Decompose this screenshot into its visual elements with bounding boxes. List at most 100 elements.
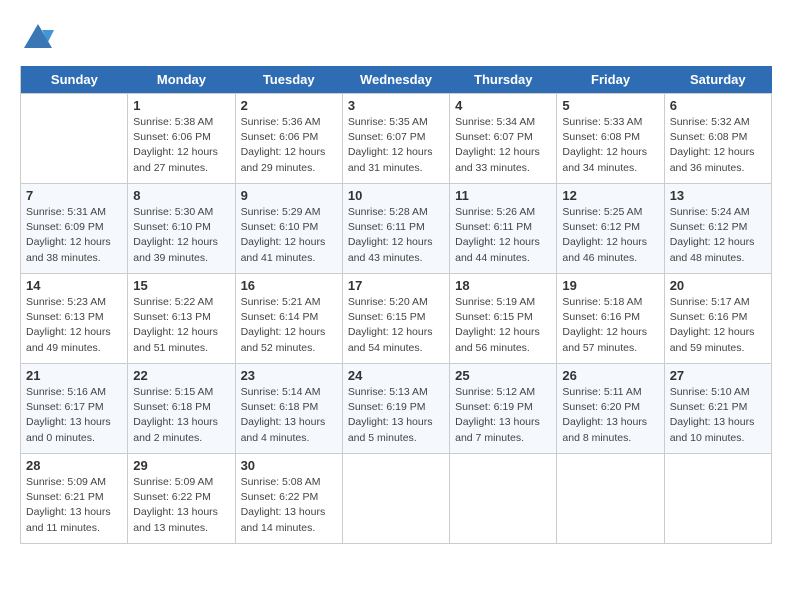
day-info: Sunrise: 5:32 AM Sunset: 6:08 PM Dayligh… [670, 115, 766, 176]
col-header-monday: Monday [128, 66, 235, 94]
day-number: 7 [26, 188, 122, 203]
day-info: Sunrise: 5:36 AM Sunset: 6:06 PM Dayligh… [241, 115, 337, 176]
day-number: 16 [241, 278, 337, 293]
day-number: 11 [455, 188, 551, 203]
calendar-cell: 29 Sunrise: 5:09 AM Sunset: 6:22 PM Dayli… [128, 454, 235, 544]
day-info: Sunrise: 5:29 AM Sunset: 6:10 PM Dayligh… [241, 205, 337, 266]
day-info: Sunrise: 5:09 AM Sunset: 6:22 PM Dayligh… [133, 475, 229, 536]
calendar-cell: 14 Sunrise: 5:23 AM Sunset: 6:13 PM Dayli… [21, 274, 128, 364]
page-header [20, 20, 772, 56]
col-header-friday: Friday [557, 66, 664, 94]
calendar-cell: 27 Sunrise: 5:10 AM Sunset: 6:21 PM Dayli… [664, 364, 771, 454]
col-header-wednesday: Wednesday [342, 66, 449, 94]
calendar-table: SundayMondayTuesdayWednesdayThursdayFrid… [20, 66, 772, 544]
calendar-cell: 24Sunrise: 5:13 AM Sunset: 6:19 PM Dayli… [342, 364, 449, 454]
day-number: 21 [26, 368, 122, 383]
calendar-cell: 10 Sunrise: 5:28 AM Sunset: 6:11 PM Dayli… [342, 184, 449, 274]
day-number: 29 [133, 458, 229, 473]
calendar-cell: 7 Sunrise: 5:31 AM Sunset: 6:09 PM Daylig… [21, 184, 128, 274]
day-info: Sunrise: 5:10 AM Sunset: 6:21 PM Dayligh… [670, 385, 766, 446]
calendar-cell: 12 Sunrise: 5:25 AM Sunset: 6:12 PM Dayli… [557, 184, 664, 274]
calendar-cell [21, 94, 128, 184]
day-number: 18 [455, 278, 551, 293]
day-info: Sunrise: 5:14 AM Sunset: 6:18 PM Dayligh… [241, 385, 337, 446]
day-info: Sunrise: 5:23 AM Sunset: 6:13 PM Dayligh… [26, 295, 122, 356]
calendar-cell: 25 Sunrise: 5:12 AM Sunset: 6:19 PM Dayli… [450, 364, 557, 454]
day-info: Sunrise: 5:13 AM Sunset: 6:19 PM Dayligh… [348, 385, 444, 446]
day-info: Sunrise: 5:17 AM Sunset: 6:16 PM Dayligh… [670, 295, 766, 356]
day-number: 5 [562, 98, 658, 113]
day-info: Sunrise: 5:22 AM Sunset: 6:13 PM Dayligh… [133, 295, 229, 356]
calendar-cell: 19 Sunrise: 5:18 AM Sunset: 6:16 PM Dayli… [557, 274, 664, 364]
calendar-cell: 16 Sunrise: 5:21 AM Sunset: 6:14 PM Dayli… [235, 274, 342, 364]
logo [20, 20, 60, 56]
day-number: 17 [348, 278, 444, 293]
day-info: Sunrise: 5:08 AM Sunset: 6:22 PM Dayligh… [241, 475, 337, 536]
day-number: 15 [133, 278, 229, 293]
calendar-cell: 2 Sunrise: 5:36 AM Sunset: 6:06 PM Daylig… [235, 94, 342, 184]
day-number: 4 [455, 98, 551, 113]
day-info: Sunrise: 5:35 AM Sunset: 6:07 PM Dayligh… [348, 115, 444, 176]
calendar-cell: 28Sunrise: 5:09 AM Sunset: 6:21 PM Dayli… [21, 454, 128, 544]
day-number: 6 [670, 98, 766, 113]
day-number: 20 [670, 278, 766, 293]
day-number: 3 [348, 98, 444, 113]
calendar-cell: 30 Sunrise: 5:08 AM Sunset: 6:22 PM Dayli… [235, 454, 342, 544]
day-info: Sunrise: 5:28 AM Sunset: 6:11 PM Dayligh… [348, 205, 444, 266]
calendar-cell: 26 Sunrise: 5:11 AM Sunset: 6:20 PM Dayli… [557, 364, 664, 454]
day-number: 8 [133, 188, 229, 203]
day-number: 10 [348, 188, 444, 203]
calendar-cell: 21Sunrise: 5:16 AM Sunset: 6:17 PM Dayli… [21, 364, 128, 454]
day-info: Sunrise: 5:34 AM Sunset: 6:07 PM Dayligh… [455, 115, 551, 176]
calendar-cell: 6 Sunrise: 5:32 AM Sunset: 6:08 PM Daylig… [664, 94, 771, 184]
day-number: 19 [562, 278, 658, 293]
day-info: Sunrise: 5:19 AM Sunset: 6:15 PM Dayligh… [455, 295, 551, 356]
calendar-cell: 17 Sunrise: 5:20 AM Sunset: 6:15 PM Dayli… [342, 274, 449, 364]
day-number: 22 [133, 368, 229, 383]
day-info: Sunrise: 5:20 AM Sunset: 6:15 PM Dayligh… [348, 295, 444, 356]
day-info: Sunrise: 5:18 AM Sunset: 6:16 PM Dayligh… [562, 295, 658, 356]
day-number: 13 [670, 188, 766, 203]
calendar-cell: 5 Sunrise: 5:33 AM Sunset: 6:08 PM Daylig… [557, 94, 664, 184]
calendar-cell: 20 Sunrise: 5:17 AM Sunset: 6:16 PM Dayli… [664, 274, 771, 364]
calendar-cell: 15 Sunrise: 5:22 AM Sunset: 6:13 PM Dayli… [128, 274, 235, 364]
calendar-cell: 3 Sunrise: 5:35 AM Sunset: 6:07 PM Daylig… [342, 94, 449, 184]
calendar-cell: 8 Sunrise: 5:30 AM Sunset: 6:10 PM Daylig… [128, 184, 235, 274]
day-number: 14 [26, 278, 122, 293]
calendar-cell [450, 454, 557, 544]
day-number: 27 [670, 368, 766, 383]
day-number: 2 [241, 98, 337, 113]
day-number: 12 [562, 188, 658, 203]
day-info: Sunrise: 5:25 AM Sunset: 6:12 PM Dayligh… [562, 205, 658, 266]
logo-icon [20, 20, 56, 56]
calendar-cell: 4 Sunrise: 5:34 AM Sunset: 6:07 PM Daylig… [450, 94, 557, 184]
calendar-cell: 13 Sunrise: 5:24 AM Sunset: 6:12 PM Dayli… [664, 184, 771, 274]
col-header-thursday: Thursday [450, 66, 557, 94]
calendar-cell [557, 454, 664, 544]
col-header-tuesday: Tuesday [235, 66, 342, 94]
day-info: Sunrise: 5:31 AM Sunset: 6:09 PM Dayligh… [26, 205, 122, 266]
day-info: Sunrise: 5:11 AM Sunset: 6:20 PM Dayligh… [562, 385, 658, 446]
day-number: 23 [241, 368, 337, 383]
calendar-cell: 23 Sunrise: 5:14 AM Sunset: 6:18 PM Dayli… [235, 364, 342, 454]
day-info: Sunrise: 5:24 AM Sunset: 6:12 PM Dayligh… [670, 205, 766, 266]
calendar-cell: 22 Sunrise: 5:15 AM Sunset: 6:18 PM Dayli… [128, 364, 235, 454]
calendar-cell [664, 454, 771, 544]
day-number: 25 [455, 368, 551, 383]
day-info: Sunrise: 5:30 AM Sunset: 6:10 PM Dayligh… [133, 205, 229, 266]
day-info: Sunrise: 5:26 AM Sunset: 6:11 PM Dayligh… [455, 205, 551, 266]
day-info: Sunrise: 5:12 AM Sunset: 6:19 PM Dayligh… [455, 385, 551, 446]
calendar-cell: 9 Sunrise: 5:29 AM Sunset: 6:10 PM Daylig… [235, 184, 342, 274]
day-info: Sunrise: 5:33 AM Sunset: 6:08 PM Dayligh… [562, 115, 658, 176]
day-number: 28 [26, 458, 122, 473]
day-number: 9 [241, 188, 337, 203]
calendar-cell: 1Sunrise: 5:38 AM Sunset: 6:06 PM Daylig… [128, 94, 235, 184]
calendar-cell: 11 Sunrise: 5:26 AM Sunset: 6:11 PM Dayli… [450, 184, 557, 274]
col-header-saturday: Saturday [664, 66, 771, 94]
day-info: Sunrise: 5:21 AM Sunset: 6:14 PM Dayligh… [241, 295, 337, 356]
day-number: 26 [562, 368, 658, 383]
day-info: Sunrise: 5:15 AM Sunset: 6:18 PM Dayligh… [133, 385, 229, 446]
calendar-cell [342, 454, 449, 544]
day-number: 30 [241, 458, 337, 473]
col-header-sunday: Sunday [21, 66, 128, 94]
